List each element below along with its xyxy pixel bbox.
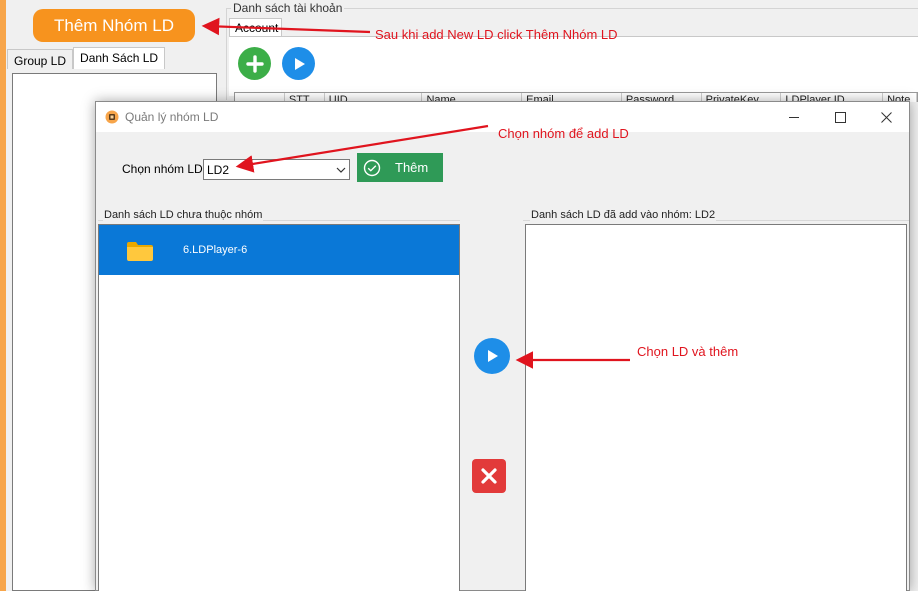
list-item-label: 6.LDPlayer-6 bbox=[183, 244, 248, 256]
app-icon bbox=[105, 110, 119, 124]
plus-icon bbox=[245, 54, 264, 73]
tab-danh-sach-ld[interactable]: Danh Sách LD bbox=[73, 47, 166, 69]
assigned-ld-list[interactable] bbox=[525, 224, 907, 591]
dialog-title: Quản lý nhóm LD bbox=[125, 110, 219, 124]
left-tab-strip: Group LD Danh Sách LD bbox=[7, 47, 166, 71]
add-ld-to-group-button[interactable] bbox=[474, 338, 510, 374]
window-edge bbox=[0, 0, 6, 591]
annotation-note-add: Chọn LD và thêm bbox=[637, 344, 739, 359]
add-group-ld-button[interactable]: Thêm Nhóm LD bbox=[33, 9, 195, 42]
unassigned-ld-list[interactable]: 6.LDPlayer-6 bbox=[98, 224, 460, 591]
tab-account[interactable]: Account bbox=[229, 18, 282, 36]
annotation-note-top: Sau khi add New LD click Thêm Nhóm LD bbox=[375, 27, 618, 42]
tab-group-ld[interactable]: Group LD bbox=[7, 49, 74, 69]
annotation-note-select: Chọn nhóm để add LD bbox=[498, 126, 629, 141]
maximize-icon bbox=[834, 111, 846, 123]
close-icon bbox=[880, 111, 892, 123]
add-to-group-label: Thêm bbox=[395, 160, 429, 175]
account-tab-body bbox=[229, 36, 918, 96]
chevron-down-icon bbox=[336, 167, 346, 173]
add-to-group-button[interactable]: Thêm bbox=[357, 153, 443, 182]
group-select[interactable]: LD2 bbox=[203, 159, 350, 180]
maximize-button[interactable] bbox=[817, 102, 863, 132]
minimize-icon bbox=[788, 116, 799, 118]
right-list-title: Danh sách LD đã add vào nhóm: LD2 bbox=[530, 209, 717, 221]
select-group-label: Chọn nhóm LD bbox=[122, 162, 203, 176]
minimize-button[interactable] bbox=[771, 102, 817, 132]
account-list-title: Danh sách tài khoản bbox=[231, 1, 345, 15]
group-manager-dialog: Quản lý nhóm LD Chọn nhóm LD LD2 Thêm Da… bbox=[95, 101, 910, 591]
check-circle-icon bbox=[363, 159, 381, 176]
close-icon bbox=[481, 468, 497, 484]
add-account-button[interactable] bbox=[238, 47, 271, 80]
play-icon bbox=[488, 350, 498, 362]
group-select-value: LD2 bbox=[207, 163, 230, 177]
play-icon bbox=[294, 57, 305, 70]
folder-icon bbox=[127, 242, 153, 261]
left-list-title: Danh sách LD chưa thuộc nhóm bbox=[103, 209, 264, 221]
list-item[interactable]: 6.LDPlayer-6 bbox=[99, 225, 459, 275]
close-button[interactable] bbox=[863, 102, 909, 132]
remove-ld-from-group-button[interactable] bbox=[472, 459, 506, 493]
run-button[interactable] bbox=[282, 47, 315, 80]
